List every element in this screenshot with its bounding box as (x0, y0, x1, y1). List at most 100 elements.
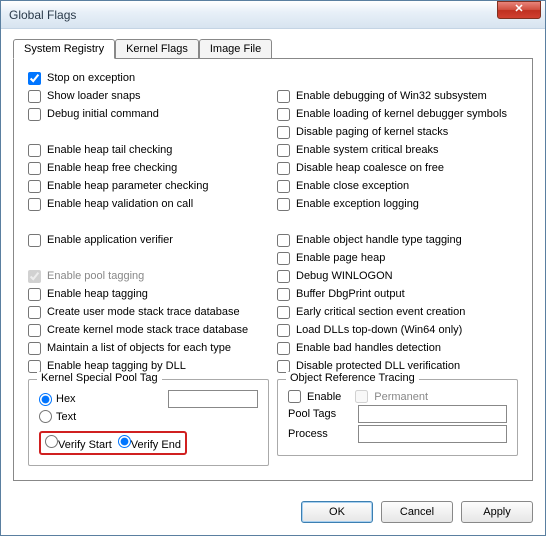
chk-label: Buffer DbgPrint output (296, 288, 405, 300)
ort-enable-row: Enable Permanent (288, 390, 507, 403)
chk-show-loader-box[interactable] (28, 90, 41, 103)
chk-app-verifier[interactable]: Enable application verifier (28, 231, 269, 249)
radio-hex-input[interactable] (39, 393, 52, 406)
group-legend: Kernel Special Pool Tag (37, 372, 162, 384)
chk-winlogon[interactable]: Debug WINLOGON (277, 267, 518, 285)
chk-crit-breaks-box[interactable] (277, 144, 290, 157)
chk-label: Debug initial command (47, 108, 159, 120)
radio-label: Verify End (131, 439, 181, 451)
tab-kernel-flags[interactable]: Kernel Flags (115, 39, 199, 58)
tab-label: System Registry (24, 43, 104, 55)
chk-bad-handles-box[interactable] (277, 342, 290, 355)
chk-heap-dll-box[interactable] (28, 360, 41, 373)
chk-heap-tail[interactable]: Enable heap tail checking (28, 141, 269, 159)
chk-heap-tagging[interactable]: Enable heap tagging (28, 285, 269, 303)
chk-heap-free[interactable]: Enable heap free checking (28, 159, 269, 177)
chk-prot-dll-box[interactable] (277, 360, 290, 373)
tab-image-file[interactable]: Image File (199, 39, 272, 58)
group-object-reference-tracing: Object Reference Tracing Enable Permanen… (277, 379, 518, 456)
chk-dbgprint[interactable]: Buffer DbgPrint output (277, 285, 518, 303)
chk-bad-handles[interactable]: Enable bad handles detection (277, 339, 518, 357)
chk-label: Enable heap validation on call (47, 198, 193, 210)
apply-button[interactable]: Apply (461, 501, 533, 523)
chk-dbg-win32-box[interactable] (277, 90, 290, 103)
chk-dbg-symbols[interactable]: Enable loading of kernel debugger symbol… (277, 105, 518, 123)
chk-close-exc[interactable]: Enable close exception (277, 177, 518, 195)
tab-label: Image File (210, 43, 261, 55)
chk-coalesce-box[interactable] (277, 162, 290, 175)
radio-text[interactable]: Text (39, 410, 76, 423)
chk-early-crit[interactable]: Early critical section event creation (277, 303, 518, 321)
chk-heap-param[interactable]: Enable heap parameter checking (28, 177, 269, 195)
chk-dbgprint-box[interactable] (277, 288, 290, 301)
chk-label: Enable close exception (296, 180, 409, 192)
chk-kernel-stack-box[interactable] (28, 324, 41, 337)
chk-disable-paging-box[interactable] (277, 126, 290, 139)
radio-text-input[interactable] (39, 410, 52, 423)
chk-topdown[interactable]: Load DLLs top-down (Win64 only) (277, 321, 518, 339)
chk-heap-free-box[interactable] (28, 162, 41, 175)
chk-kernel-stack[interactable]: Create kernel mode stack trace database (28, 321, 269, 339)
cancel-button[interactable]: Cancel (381, 501, 453, 523)
ort-pooltags-input[interactable] (358, 405, 507, 423)
button-label: Cancel (400, 506, 434, 518)
chk-page-heap[interactable]: Enable page heap (277, 249, 518, 267)
chk-stop-exception[interactable]: Stop on exception (28, 69, 269, 87)
chk-label: Load DLLs top-down (Win64 only) (296, 324, 462, 336)
chk-label: Enable heap free checking (47, 162, 177, 174)
chk-close-exc-box[interactable] (277, 180, 290, 193)
chk-label: Enable application verifier (47, 234, 173, 246)
kspt-value-input[interactable] (168, 390, 258, 408)
chk-early-crit-box[interactable] (277, 306, 290, 319)
tab-system-registry[interactable]: System Registry (13, 39, 115, 59)
tabstrip: System Registry Kernel Flags Image File (13, 39, 533, 58)
chk-user-stack[interactable]: Create user mode stack trace database (28, 303, 269, 321)
radio-label: Hex (56, 393, 76, 405)
chk-heap-tail-box[interactable] (28, 144, 41, 157)
radio-verify-start-input[interactable] (45, 435, 58, 448)
chk-crit-breaks[interactable]: Enable system critical breaks (277, 141, 518, 159)
chk-heap-valid[interactable]: Enable heap validation on call (28, 195, 269, 213)
chk-heap-param-box[interactable] (28, 180, 41, 193)
chk-exc-log[interactable]: Enable exception logging (277, 195, 518, 213)
close-button[interactable]: ✕ (497, 1, 541, 19)
chk-label: Create kernel mode stack trace database (47, 324, 248, 336)
chk-label: Enable loading of kernel debugger symbol… (296, 108, 507, 120)
chk-label: Stop on exception (47, 72, 135, 84)
chk-app-verifier-box[interactable] (28, 234, 41, 247)
radio-verify-start[interactable]: Verify Start (45, 435, 112, 451)
chk-heap-tagging-box[interactable] (28, 288, 41, 301)
chk-obj-list-box[interactable] (28, 342, 41, 355)
ok-button[interactable]: OK (301, 501, 373, 523)
chk-user-stack-box[interactable] (28, 306, 41, 319)
radio-verify-end[interactable]: Verify End (118, 435, 181, 451)
ort-process-label: Process (288, 428, 352, 440)
radio-hex[interactable]: Hex (39, 393, 76, 406)
chk-debug-init[interactable]: Debug initial command (28, 105, 269, 123)
chk-obj-type[interactable]: Enable object handle type tagging (277, 231, 518, 249)
chk-obj-type-box[interactable] (277, 234, 290, 247)
ort-process-input[interactable] (358, 425, 507, 443)
chk-dbg-symbols-box[interactable] (277, 108, 290, 121)
chk-debug-init-box[interactable] (28, 108, 41, 121)
chk-page-heap-box[interactable] (277, 252, 290, 265)
chk-label: Enable bad handles detection (296, 342, 441, 354)
chk-stop-exception-box[interactable] (28, 72, 41, 85)
chk-exc-log-box[interactable] (277, 198, 290, 211)
chk-disable-paging[interactable]: Disable paging of kernel stacks (277, 123, 518, 141)
radio-verify-end-input[interactable] (118, 435, 131, 448)
chk-ort-enable[interactable]: Enable (288, 390, 341, 403)
chk-coalesce[interactable]: Disable heap coalesce on free (277, 159, 518, 177)
columns: Stop on exception Show loader snaps Debu… (28, 69, 518, 466)
chk-winlogon-box[interactable] (277, 270, 290, 283)
chk-heap-valid-box[interactable] (28, 198, 41, 211)
chk-show-loader[interactable]: Show loader snaps (28, 87, 269, 105)
chk-label: Maintain a list of objects for each type (47, 342, 231, 354)
chk-obj-list[interactable]: Maintain a list of objects for each type (28, 339, 269, 357)
chk-label: Enable pool tagging (47, 270, 144, 282)
chk-ort-enable-box[interactable] (288, 390, 301, 403)
chk-dbg-win32[interactable]: Enable debugging of Win32 subsystem (277, 87, 518, 105)
chk-label: Enable (307, 391, 341, 403)
right-column: Enable debugging of Win32 subsystem Enab… (277, 69, 518, 466)
chk-topdown-box[interactable] (277, 324, 290, 337)
